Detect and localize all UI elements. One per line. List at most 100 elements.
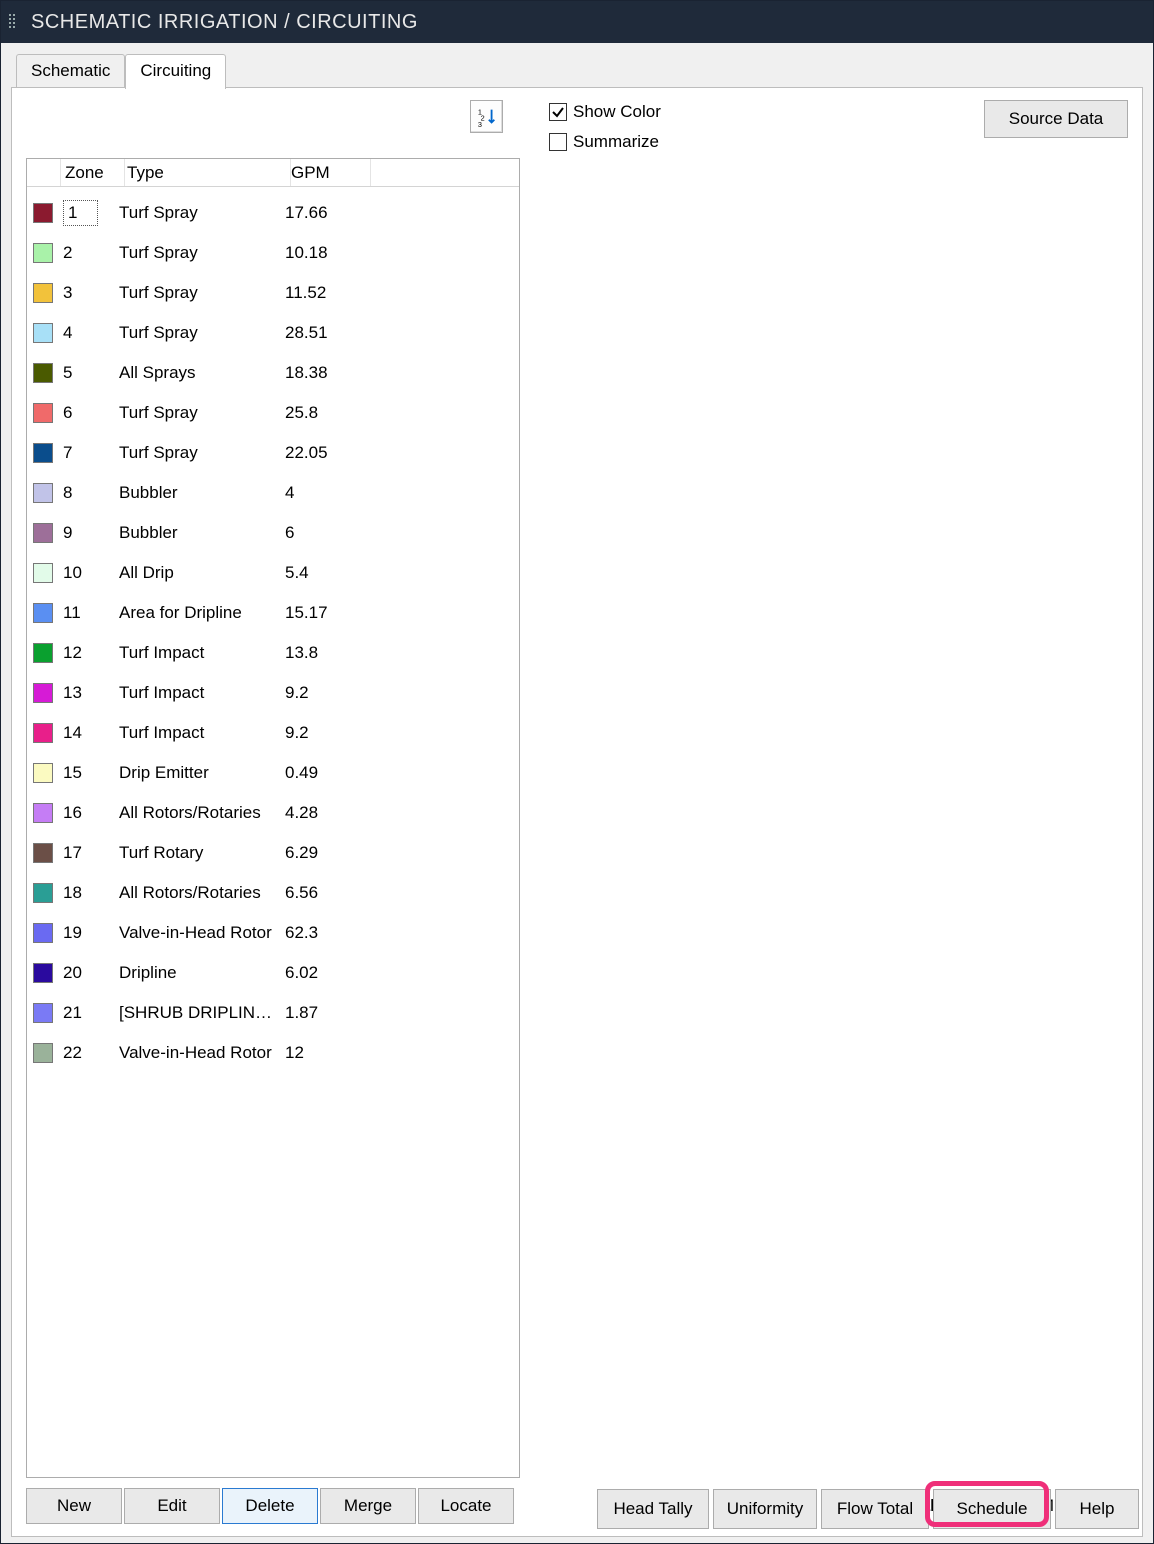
table-row[interactable]: 9Bubbler6 (27, 513, 519, 553)
zone-cell[interactable]: 19 (61, 923, 119, 943)
gpm-cell: 17.66 (285, 203, 365, 223)
table-row[interactable]: 17Turf Rotary6.29 (27, 833, 519, 873)
uniformity-button[interactable]: Uniformity (713, 1489, 817, 1529)
table-row[interactable]: 12Turf Impact13.8 (27, 633, 519, 673)
sort-numeric-icon: 1 2 3 (476, 106, 498, 128)
table-row[interactable]: 13Turf Impact9.2 (27, 673, 519, 713)
table-row[interactable]: 3Turf Spray11.52 (27, 273, 519, 313)
zone-cell[interactable]: 22 (61, 1043, 119, 1063)
window-title: SCHEMATIC IRRIGATION / CIRCUITING (31, 11, 418, 34)
checkbox-show-color[interactable]: Show Color (549, 102, 661, 122)
tab-circuiting[interactable]: Circuiting (125, 54, 226, 89)
header-gpm[interactable]: GPM (291, 159, 371, 186)
gpm-cell: 25.8 (285, 403, 365, 423)
zone-cell[interactable]: 8 (61, 483, 119, 503)
gpm-cell: 0.49 (285, 763, 365, 783)
gpm-cell: 4 (285, 483, 365, 503)
sort-button[interactable]: 1 2 3 (470, 100, 503, 133)
table-row[interactable]: 21[SHRUB DRIPLINE ...1.87 (27, 993, 519, 1033)
color-swatch (33, 723, 53, 743)
type-cell: Bubbler (119, 523, 285, 543)
head-tally-button[interactable]: Head Tally (597, 1489, 709, 1529)
color-swatch (33, 443, 53, 463)
zone-cell[interactable]: 17 (61, 843, 119, 863)
top-controls: 1 2 3 Show Color (26, 100, 1128, 152)
color-swatch (33, 323, 53, 343)
zone-cell[interactable]: 16 (61, 803, 119, 823)
grid-body[interactable]: 1Turf Spray17.662Turf Spray10.183Turf Sp… (27, 187, 519, 1477)
zone-cell[interactable]: 18 (61, 883, 119, 903)
gpm-cell: 9.2 (285, 723, 365, 743)
table-row[interactable]: 4Turf Spray28.51 (27, 313, 519, 353)
zone-cell[interactable]: 9 (61, 523, 119, 543)
zone-cell[interactable]: 15 (61, 763, 119, 783)
table-row[interactable]: 10All Drip5.4 (27, 553, 519, 593)
zone-cell[interactable]: 6 (61, 403, 119, 423)
grip-icon (9, 14, 21, 30)
zone-cell[interactable]: 5 (61, 363, 119, 383)
color-swatch (33, 923, 53, 943)
client-area: Schematic Circuiting 1 2 3 (1, 43, 1153, 1543)
edit-button[interactable]: Edit (124, 1488, 220, 1524)
type-cell: All Rotors/Rotaries (119, 803, 285, 823)
schedule-button[interactable]: Schedule (933, 1489, 1051, 1529)
table-row[interactable]: 14Turf Impact9.2 (27, 713, 519, 753)
titlebar[interactable]: SCHEMATIC IRRIGATION / CIRCUITING (1, 1, 1153, 43)
zone-cell[interactable]: 3 (61, 283, 119, 303)
gpm-cell: 12 (285, 1043, 365, 1063)
zone-cell[interactable]: 20 (61, 963, 119, 983)
type-cell: Bubbler (119, 483, 285, 503)
merge-button[interactable]: Merge (320, 1488, 416, 1524)
zone-cell[interactable]: 14 (61, 723, 119, 743)
new-button[interactable]: New (26, 1488, 122, 1524)
table-row[interactable]: 7Turf Spray22.05 (27, 433, 519, 473)
table-row[interactable]: 18All Rotors/Rotaries6.56 (27, 873, 519, 913)
color-swatch (33, 283, 53, 303)
type-cell: Turf Rotary (119, 843, 285, 863)
table-row[interactable]: 8Bubbler4 (27, 473, 519, 513)
gpm-cell: 10.18 (285, 243, 365, 263)
source-data-button[interactable]: Source Data (984, 100, 1128, 138)
flow-total-button[interactable]: Flow Total (821, 1489, 929, 1529)
checkbox-summarize[interactable]: Summarize (549, 132, 661, 152)
header-zone[interactable]: Zone (61, 159, 125, 186)
type-cell: Turf Impact (119, 723, 285, 743)
table-row[interactable]: 16All Rotors/Rotaries4.28 (27, 793, 519, 833)
table-row[interactable]: 11Area for Dripline15.17 (27, 593, 519, 633)
table-row[interactable]: 1Turf Spray17.66 (27, 193, 519, 233)
color-swatch (33, 803, 53, 823)
type-cell: Turf Spray (119, 323, 285, 343)
app-window: SCHEMATIC IRRIGATION / CIRCUITING Schema… (0, 0, 1154, 1544)
type-cell: Dripline (119, 963, 285, 983)
zone-cell[interactable]: 7 (61, 443, 119, 463)
type-cell: Turf Spray (119, 403, 285, 423)
zone-cell[interactable]: 11 (61, 603, 119, 623)
color-swatch (33, 1003, 53, 1023)
bottom-bar: Head Tally Uniformity Flow Total Schedul… (597, 1489, 1139, 1529)
table-row[interactable]: 2Turf Spray10.18 (27, 233, 519, 273)
color-swatch (33, 1043, 53, 1063)
gpm-cell: 62.3 (285, 923, 365, 943)
zone-grid[interactable]: Zone Type GPM 1Turf Spray17.662Turf Spra… (26, 158, 520, 1478)
zone-cell[interactable]: 13 (61, 683, 119, 703)
grid-header[interactable]: Zone Type GPM (27, 159, 519, 187)
table-row[interactable]: 20Dripline6.02 (27, 953, 519, 993)
table-row[interactable]: 5All Sprays18.38 (27, 353, 519, 393)
table-row[interactable]: 22Valve-in-Head Rotor12 (27, 1033, 519, 1073)
zone-cell[interactable]: 4 (61, 323, 119, 343)
table-row[interactable]: 15Drip Emitter0.49 (27, 753, 519, 793)
table-row[interactable]: 19Valve-in-Head Rotor62.3 (27, 913, 519, 953)
color-swatch (33, 763, 53, 783)
locate-button[interactable]: Locate (418, 1488, 514, 1524)
zone-cell[interactable]: 21 (61, 1003, 119, 1023)
zone-cell[interactable]: 12 (61, 643, 119, 663)
delete-button[interactable]: Delete (222, 1488, 318, 1524)
zone-cell[interactable]: 2 (61, 243, 119, 263)
help-button[interactable]: Help (1055, 1489, 1139, 1529)
table-row[interactable]: 6Turf Spray25.8 (27, 393, 519, 433)
type-cell: All Rotors/Rotaries (119, 883, 285, 903)
zone-cell[interactable]: 10 (61, 563, 119, 583)
zone-cell[interactable]: 1 (61, 200, 119, 226)
header-type[interactable]: Type (125, 159, 291, 186)
tab-schematic[interactable]: Schematic (16, 54, 125, 89)
